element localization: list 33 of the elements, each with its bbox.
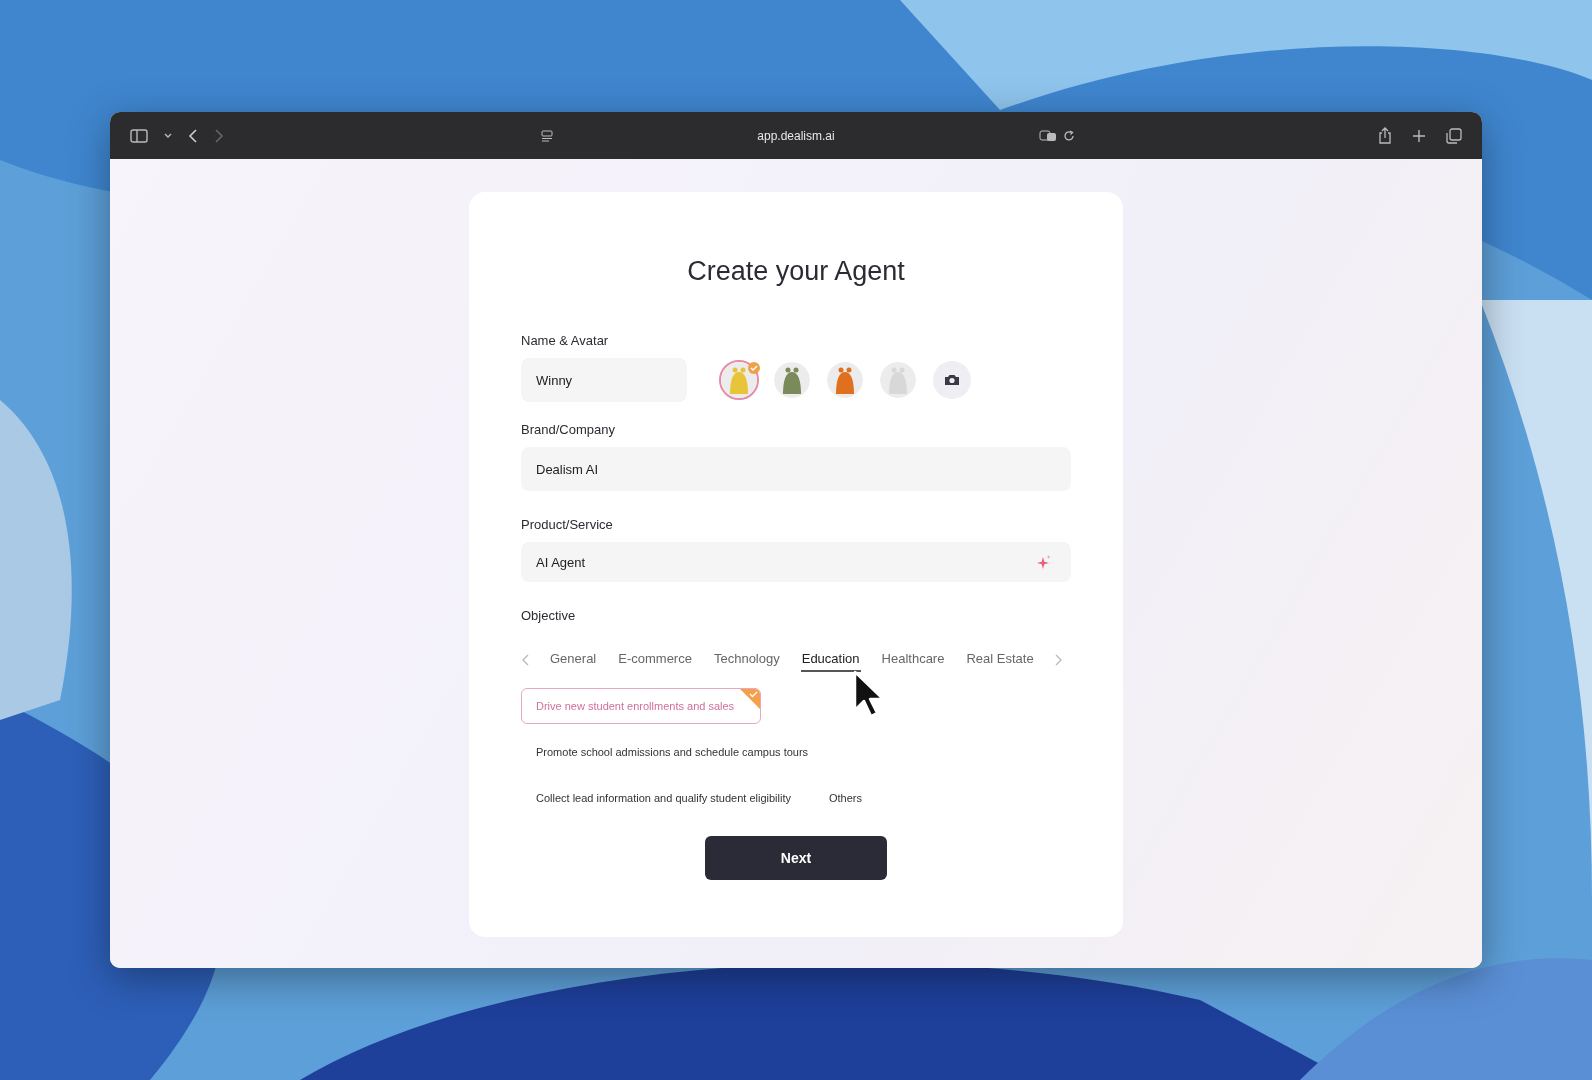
- avatar[interactable]: [772, 360, 812, 400]
- field-label: Objective: [521, 608, 577, 623]
- plus-icon[interactable]: [1412, 128, 1426, 143]
- category-tab[interactable]: E-commerce: [617, 647, 693, 672]
- sidebar-icon[interactable]: [130, 128, 148, 143]
- brand-field[interactable]: Dealism AI: [521, 447, 1071, 491]
- reader-icon[interactable]: [541, 129, 553, 142]
- camera-icon: [944, 374, 960, 386]
- field-label: Product/Service: [521, 517, 614, 532]
- tabs-icon[interactable]: [1446, 127, 1462, 144]
- category-tab[interactable]: General: [549, 647, 598, 672]
- product-field[interactable]: AI Agent: [521, 542, 1071, 582]
- forward-icon[interactable]: [214, 128, 224, 143]
- field-label: Name & Avatar: [521, 333, 610, 348]
- url-text: app.dealism.ai: [756, 128, 836, 143]
- translate-icon[interactable]: [1039, 129, 1057, 142]
- category-tab[interactable]: Healthcare: [880, 647, 946, 672]
- share-icon[interactable]: [1378, 127, 1392, 144]
- upload-photo-button[interactable]: [933, 361, 971, 399]
- category-tab[interactable]: Education: [800, 647, 861, 672]
- page-title: Create your Agent: [686, 256, 906, 287]
- reload-icon[interactable]: [1063, 129, 1075, 142]
- next-button[interactable]: Next: [705, 836, 887, 880]
- chevron-down-icon[interactable]: [164, 132, 172, 139]
- check-badge-icon: [748, 362, 760, 374]
- avatar[interactable]: [825, 360, 865, 400]
- back-icon[interactable]: [188, 128, 198, 143]
- category-tab[interactable]: Technology: [712, 647, 781, 672]
- field-label: Brand/Company: [521, 422, 616, 437]
- sparkle-icon[interactable]: [1037, 555, 1051, 569]
- check-corner-icon: [739, 689, 761, 710]
- name-field[interactable]: Winny: [521, 358, 687, 402]
- category-tab[interactable]: Real Estate: [965, 647, 1035, 672]
